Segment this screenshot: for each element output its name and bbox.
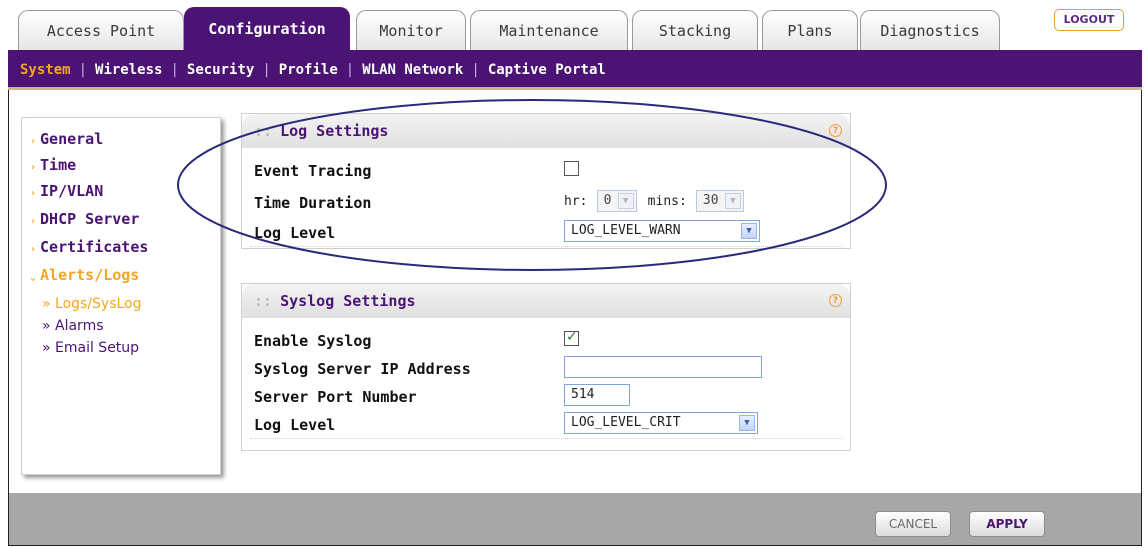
left-sidebar-menu: › General › Time › IP/VLAN › DHCP Server › Ce…	[21, 117, 221, 475]
subnav-separator: |	[78, 62, 88, 78]
subnav-wlan-network[interactable]: WLAN Network	[362, 62, 463, 78]
divider	[250, 246, 842, 247]
sidebar-item-ip-vlan[interactable]: › IP/VLAN	[30, 182, 103, 200]
grip-icon: ::	[254, 122, 273, 140]
top-tab-bar: Access Point Configuration Monitor Maint…	[8, 0, 1142, 50]
chevron-right-icon: ›	[30, 162, 37, 173]
log-settings-title: Log Settings	[280, 122, 389, 140]
mins-select[interactable]: 30 ▼	[695, 190, 744, 212]
log-settings-panel: :: Log Settings ? Event Tracing Time Dura…	[241, 113, 851, 249]
enable-syslog-row: Enable Syslog	[254, 326, 842, 352]
chevron-down-icon: ▼	[739, 415, 755, 431]
apply-button[interactable]: APPLY	[969, 511, 1045, 537]
main-content: › General › Time › IP/VLAN › DHCP Server › Ce…	[9, 93, 1141, 493]
event-tracing-label: Event Tracing	[254, 162, 372, 180]
tab-diagnostics[interactable]: Diagnostics	[860, 10, 1000, 50]
sidebar-subitem-alarms[interactable]: » Alarms	[42, 318, 104, 334]
server-ip-label: Syslog Server IP Address	[254, 360, 471, 378]
chevron-right-icon: ›	[30, 216, 37, 227]
subnav-separator: |	[170, 62, 179, 78]
tab-monitor[interactable]: Monitor	[356, 10, 466, 50]
sidebar-item-certificates[interactable]: › Certificates	[30, 238, 148, 256]
syslog-log-level-row: Log Level LOG_LEVEL_CRIT ▼	[254, 410, 842, 436]
tab-plans[interactable]: Plans	[762, 10, 858, 50]
sub-navigation: System | Wireless | Security | Profile | WLAN Ne…	[8, 50, 1142, 90]
subnav-security[interactable]: Security	[187, 62, 254, 78]
chevron-down-icon: ▼	[741, 223, 757, 239]
help-icon[interactable]: ?	[829, 124, 842, 137]
tab-maintenance[interactable]: Maintenance	[470, 10, 628, 50]
divider	[250, 438, 842, 439]
time-duration-row: Time Duration hr: 0 ▼ mins: 30 ▼	[254, 188, 842, 214]
sidebar-subitem-email-setup[interactable]: » Email Setup	[42, 340, 139, 356]
chevron-right-icon: ›	[30, 188, 37, 199]
sidebar-subitem-logs-syslog[interactable]: » Logs/SysLog	[42, 296, 142, 312]
mins-label: mins:	[647, 193, 687, 209]
sidebar-item-alerts-logs[interactable]: ⌄ Alerts/Logs	[30, 266, 139, 284]
syslog-log-level-select[interactable]: LOG_LEVEL_CRIT ▼	[564, 412, 758, 434]
log-settings-header: :: Log Settings ?	[242, 114, 850, 148]
subnav-separator: |	[262, 62, 271, 78]
cancel-button[interactable]: CANCEL	[875, 511, 951, 537]
server-ip-input[interactable]	[564, 356, 762, 378]
enable-syslog-label: Enable Syslog	[254, 332, 372, 350]
tab-configuration[interactable]: Configuration	[184, 7, 350, 50]
chevron-down-icon: ⌄	[30, 272, 37, 283]
syslog-settings-header: :: Syslog Settings ?	[242, 284, 850, 318]
syslog-settings-title: Syslog Settings	[280, 292, 416, 310]
syslog-log-level-label: Log Level	[254, 416, 336, 434]
sidebar-item-general[interactable]: › General	[30, 130, 103, 148]
help-icon[interactable]: ?	[829, 294, 842, 307]
chevron-down-icon: ▼	[724, 193, 741, 209]
chevron-right-icon: ›	[30, 136, 37, 147]
hr-label: hr:	[564, 193, 588, 209]
chevron-down-icon: ▼	[617, 193, 634, 209]
subnav-separator: |	[471, 62, 480, 78]
hr-select[interactable]: 0 ▼	[596, 190, 637, 212]
log-level-row: Log Level LOG_LEVEL_WARN ▼	[254, 218, 842, 244]
subnav-captive-portal[interactable]: Captive Portal	[488, 62, 606, 78]
server-ip-row: Syslog Server IP Address	[254, 354, 842, 380]
subnav-system[interactable]: System	[20, 62, 71, 78]
grip-icon: ::	[254, 292, 273, 310]
subnav-wireless[interactable]: Wireless	[95, 62, 162, 78]
event-tracing-row: Event Tracing	[254, 156, 842, 182]
sidebar-item-dhcp-server[interactable]: › DHCP Server	[30, 210, 139, 228]
server-port-input[interactable]: 514	[564, 384, 630, 406]
event-tracing-checkbox[interactable]	[564, 161, 579, 176]
subnav-separator: |	[345, 62, 355, 78]
subnav-profile[interactable]: Profile	[279, 62, 338, 78]
log-level-select[interactable]: LOG_LEVEL_WARN ▼	[564, 220, 760, 242]
sidebar-item-time[interactable]: › Time	[30, 156, 76, 174]
chevron-right-icon: ›	[30, 244, 37, 255]
server-port-row: Server Port Number 514	[254, 382, 842, 408]
log-level-label: Log Level	[254, 224, 336, 242]
tab-access-point[interactable]: Access Point	[18, 10, 184, 50]
server-port-label: Server Port Number	[254, 388, 417, 406]
footer-bar: CANCEL APPLY	[9, 493, 1141, 545]
enable-syslog-checkbox[interactable]	[564, 329, 579, 346]
logout-button[interactable]: LOGOUT	[1054, 9, 1124, 31]
time-duration-label: Time Duration	[254, 194, 372, 212]
tab-stacking[interactable]: Stacking	[632, 10, 758, 50]
syslog-settings-panel: ::Syslog Settings ? Enable Syslog Syslog…	[241, 283, 851, 451]
